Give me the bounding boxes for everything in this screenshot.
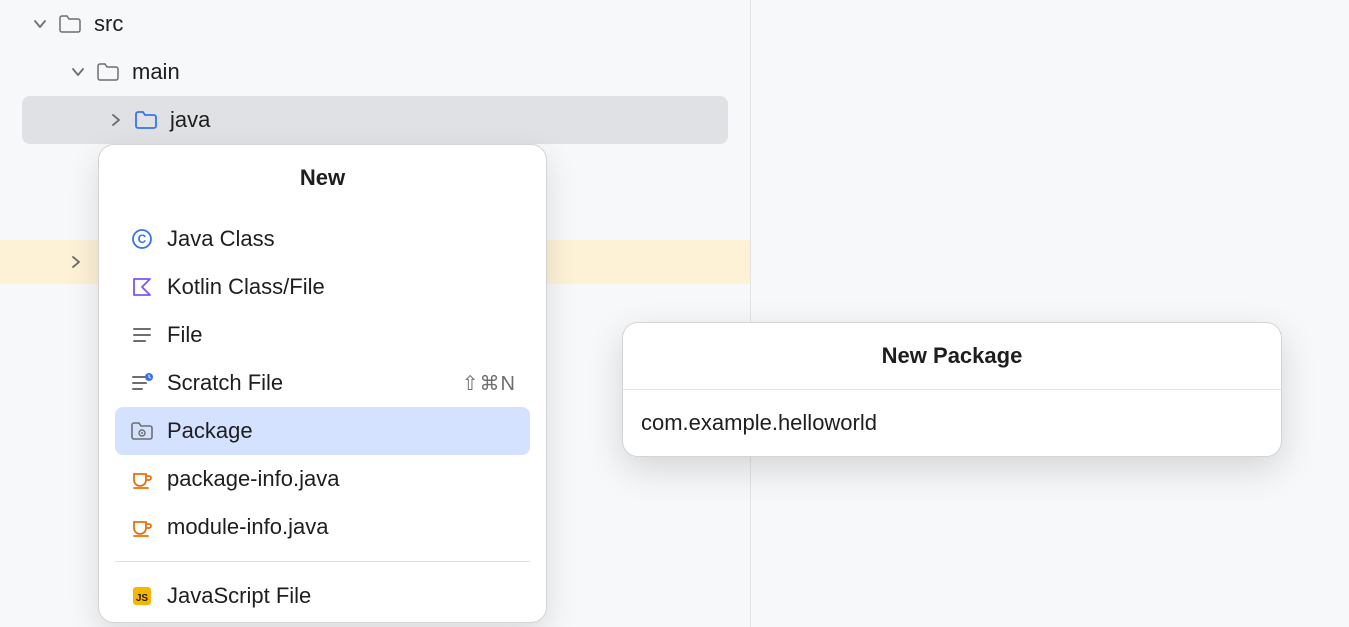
package-icon xyxy=(129,418,155,444)
menu-item-label: Package xyxy=(167,418,516,444)
tree-row-main[interactable]: main xyxy=(0,48,750,96)
tree-label-java: java xyxy=(170,107,210,133)
package-name-input[interactable] xyxy=(623,390,1281,456)
java-class-icon: C xyxy=(129,226,155,252)
tree-row-src[interactable]: src xyxy=(0,0,750,48)
context-menu-title: New xyxy=(99,145,546,207)
chevron-right-icon[interactable] xyxy=(58,255,94,269)
menu-item-label: Java Class xyxy=(167,226,516,252)
menu-item-label: JavaScript File xyxy=(167,583,516,609)
kotlin-icon xyxy=(129,274,155,300)
menu-item-package[interactable]: Package xyxy=(115,407,530,455)
menu-item-label: File xyxy=(167,322,516,348)
menu-item-label: package-info.java xyxy=(167,466,516,492)
java-cup-icon xyxy=(129,466,155,492)
menu-divider xyxy=(115,561,530,562)
new-package-dialog: New Package xyxy=(622,322,1282,457)
chevron-right-icon[interactable] xyxy=(98,113,134,127)
chevron-down-icon[interactable] xyxy=(60,65,96,79)
file-lines-icon xyxy=(129,322,155,348)
menu-item-shortcut: ⇧⌘N xyxy=(462,371,516,396)
menu-item-package-info[interactable]: package-info.java xyxy=(115,455,530,503)
javascript-icon: JS xyxy=(129,583,155,609)
tree-row-java[interactable]: java xyxy=(22,96,728,144)
menu-item-scratch-file[interactable]: Scratch File ⇧⌘N xyxy=(115,359,530,407)
menu-item-java-class[interactable]: C Java Class xyxy=(115,215,530,263)
dialog-title: New Package xyxy=(623,323,1281,390)
svg-text:C: C xyxy=(138,232,147,246)
tree-label-main: main xyxy=(132,59,180,85)
menu-item-label: module-info.java xyxy=(167,514,516,540)
menu-item-kotlin-class[interactable]: Kotlin Class/File xyxy=(115,263,530,311)
menu-item-label: Kotlin Class/File xyxy=(167,274,516,300)
svg-text:JS: JS xyxy=(136,593,149,604)
folder-icon xyxy=(58,14,88,34)
folder-icon xyxy=(96,62,126,82)
new-context-menu: New C Java Class Kotlin Class/File File … xyxy=(98,144,547,623)
menu-item-module-info[interactable]: module-info.java xyxy=(115,503,530,551)
scratch-file-icon xyxy=(129,370,155,396)
panel-divider xyxy=(750,0,751,627)
tree-label-src: src xyxy=(94,11,123,37)
chevron-down-icon[interactable] xyxy=(22,17,58,31)
menu-item-javascript-file[interactable]: JS JavaScript File xyxy=(115,572,530,620)
source-folder-icon xyxy=(134,110,164,130)
java-cup-icon xyxy=(129,514,155,540)
menu-item-file[interactable]: File xyxy=(115,311,530,359)
menu-item-label: Scratch File xyxy=(167,370,450,396)
